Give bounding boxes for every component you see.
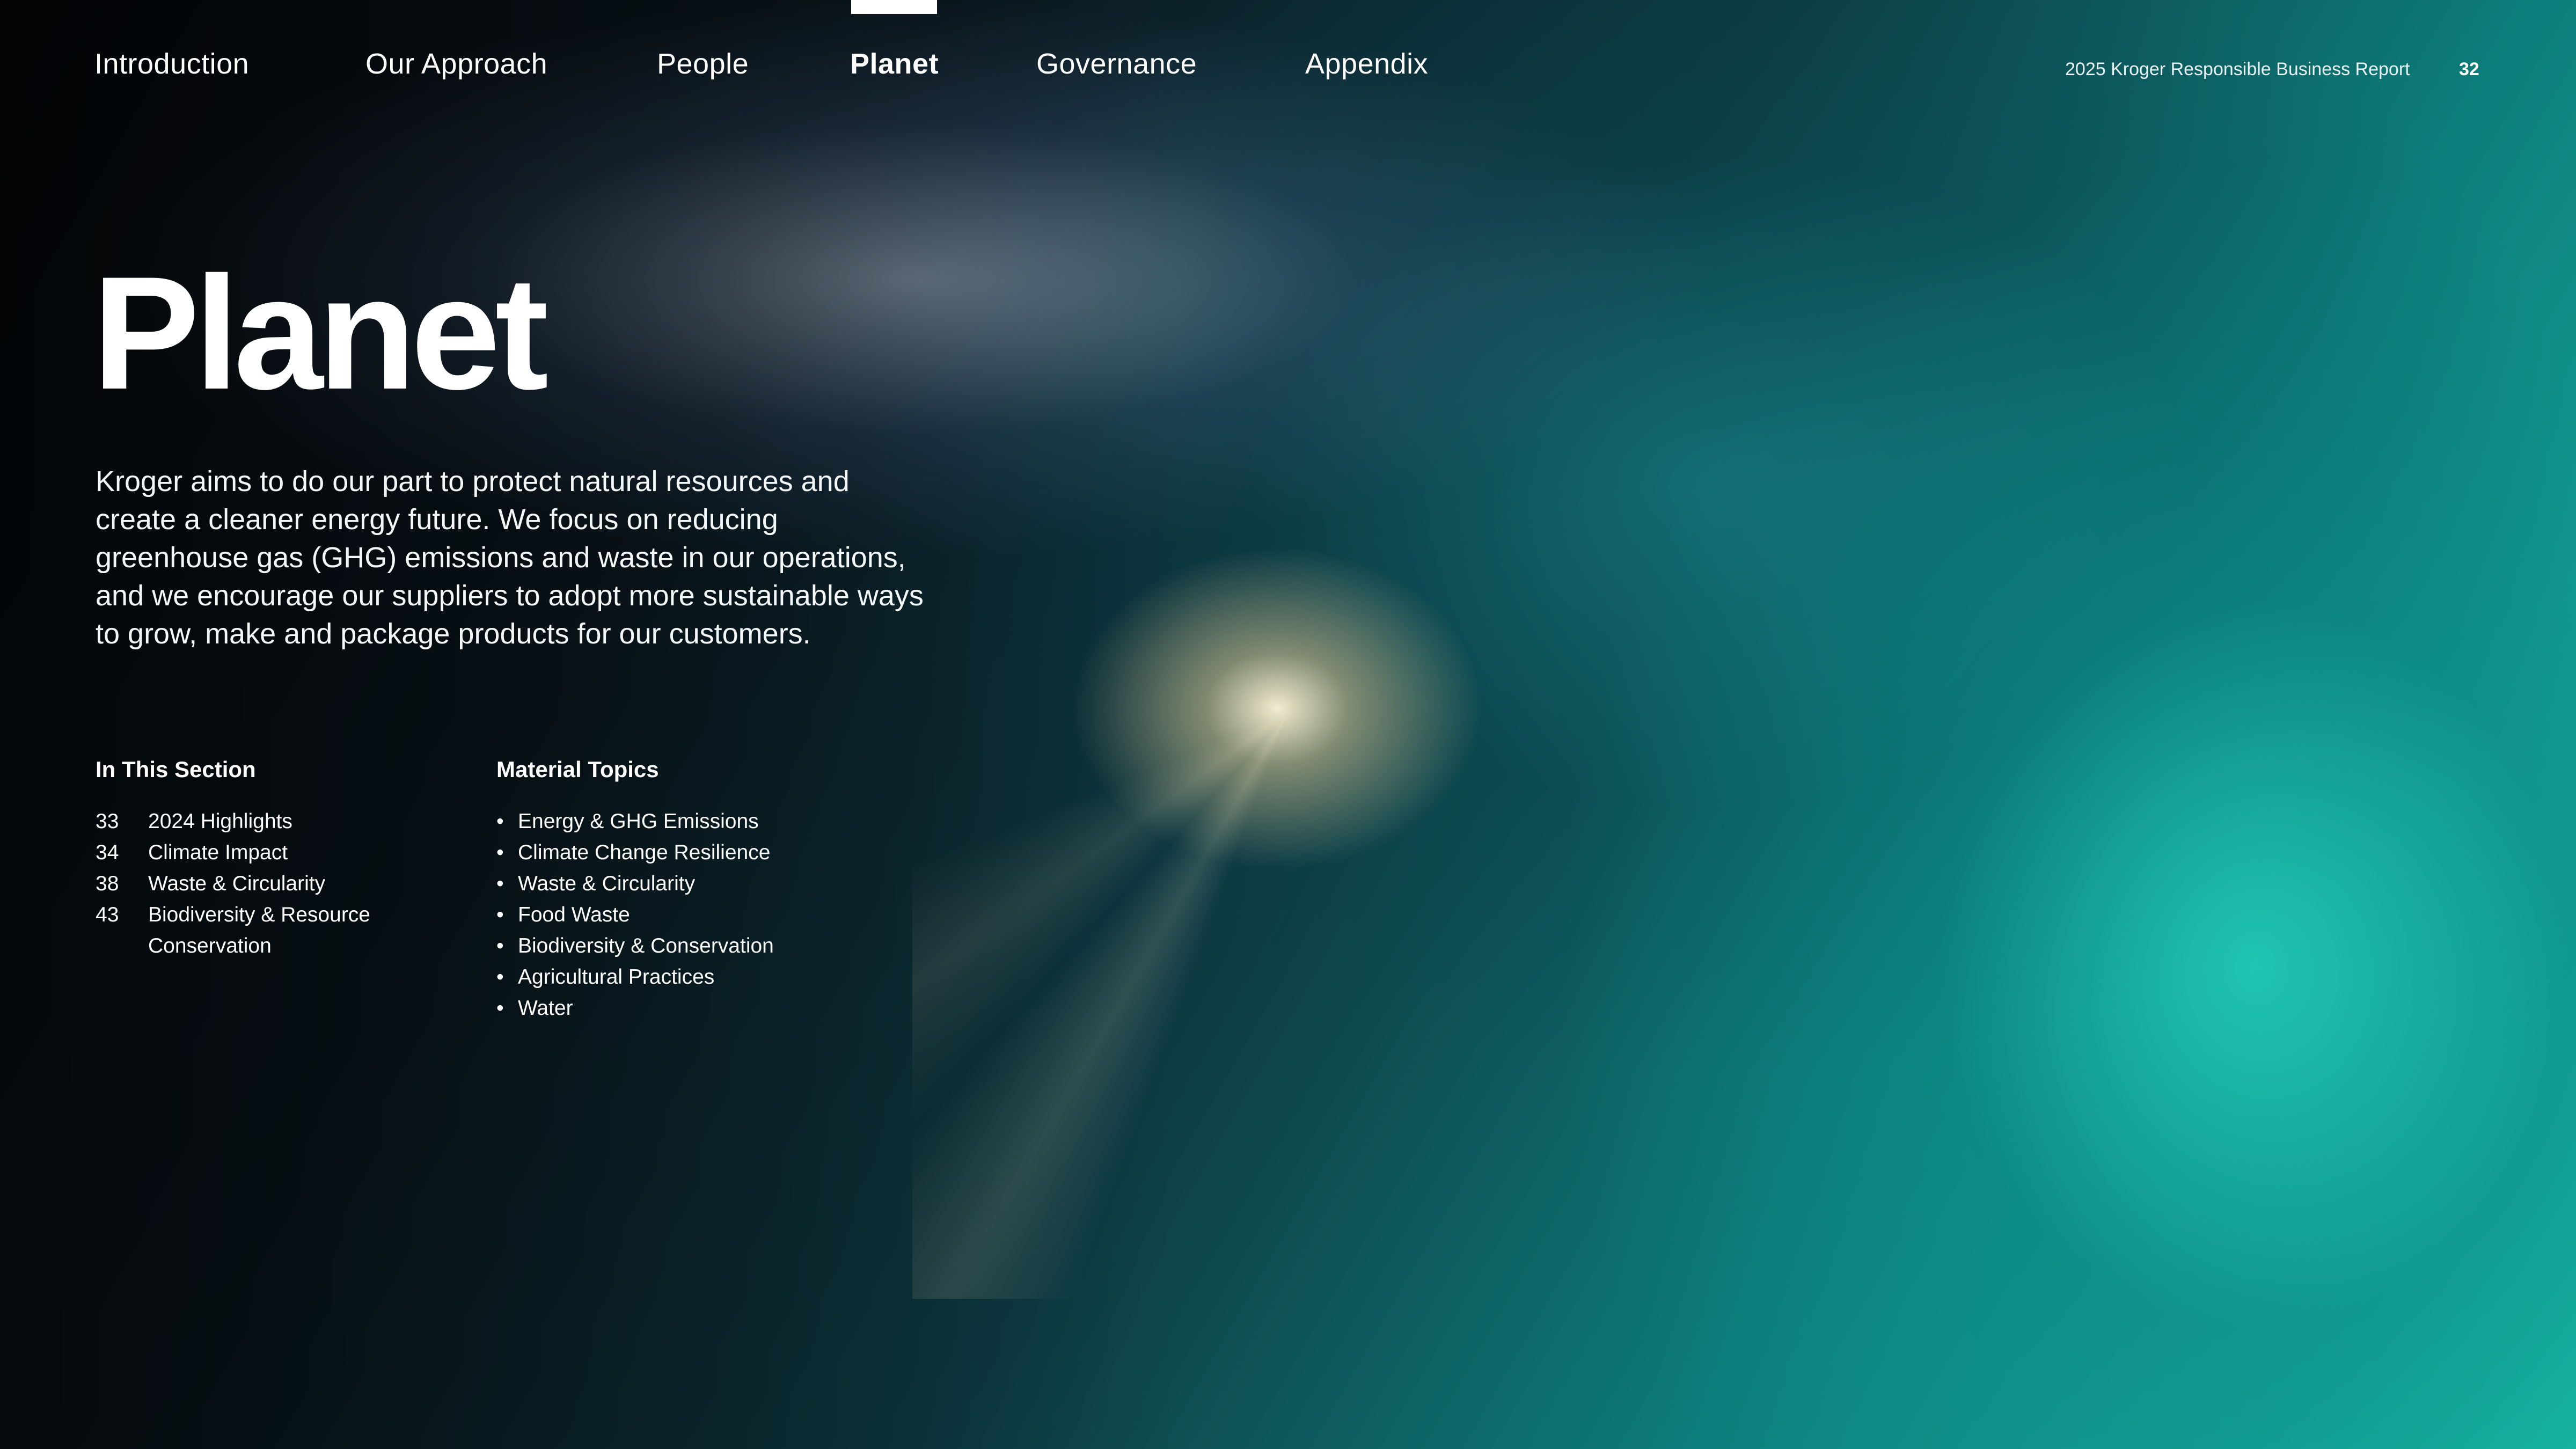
topic-label: Food Waste [518, 903, 630, 926]
list-item: • Climate Change Resilience [496, 837, 979, 868]
list-item: • Waste & Circularity [496, 868, 979, 899]
list-item: • Food Waste [496, 899, 979, 931]
page-title: Planet [92, 243, 548, 423]
nav-item-appendix[interactable]: Appendix [1305, 47, 1428, 80]
bullet-icon: • [496, 810, 504, 833]
toc-label: 2024 Highlights [148, 810, 292, 833]
material-topics-list: • Energy & GHG Emissions • Climate Change … [496, 806, 979, 1024]
toc-label: Waste & Circularity [148, 872, 326, 895]
list-item: • Energy & GHG Emissions [496, 806, 979, 837]
toc-label: Climate Impact [148, 841, 288, 864]
toc-item-waste-circularity[interactable]: 38 Waste & Circularity [96, 868, 428, 899]
active-section-marker [851, 0, 937, 14]
toc-label: Biodiversity & Resource Conservation [148, 903, 370, 957]
nav-item-people[interactable]: People [657, 47, 749, 80]
in-this-section-heading: In This Section [96, 757, 256, 782]
intro-paragraph: Kroger aims to do our part to protect na… [96, 465, 924, 650]
toc-page-number: 43 [96, 903, 119, 926]
topic-label: Water [518, 997, 573, 1020]
topic-label: Climate Change Resilience [518, 841, 771, 864]
nav-item-governance[interactable]: Governance [1036, 47, 1197, 80]
background-shade-overlay [0, 0, 1181, 1449]
nav-item-our-approach[interactable]: Our Approach [365, 47, 547, 80]
section-contents-list: 33 2024 Highlights 34 Climate Impact 38 … [96, 806, 428, 962]
toc-page-number: 38 [96, 872, 119, 895]
report-title: 2025 Kroger Responsible Business Report [2065, 59, 2410, 79]
bullet-icon: • [496, 997, 504, 1020]
topic-label: Agricultural Practices [518, 965, 715, 989]
toc-item-biodiversity[interactable]: 43 Biodiversity & Resource Conservation [96, 899, 428, 962]
nav-item-planet[interactable]: Planet [850, 47, 939, 80]
bullet-icon: • [496, 934, 504, 957]
bullet-icon: • [496, 965, 504, 989]
list-item: • Water [496, 993, 979, 1024]
toc-item-highlights[interactable]: 33 2024 Highlights [96, 806, 428, 837]
bullet-icon: • [496, 903, 504, 926]
bullet-icon: • [496, 872, 504, 895]
list-item: • Agricultural Practices [496, 962, 979, 993]
topic-label: Biodiversity & Conservation [518, 934, 774, 957]
topic-label: Energy & GHG Emissions [518, 810, 759, 833]
toc-page-number: 33 [96, 810, 119, 833]
nav-item-introduction[interactable]: Introduction [94, 47, 249, 80]
toc-page-number: 34 [96, 841, 119, 864]
topic-label: Waste & Circularity [518, 872, 696, 895]
material-topics-heading: Material Topics [496, 757, 659, 782]
bullet-icon: • [496, 841, 504, 864]
toc-item-climate-impact[interactable]: 34 Climate Impact [96, 837, 428, 868]
section-navigation: Introduction Our Approach People Planet … [0, 0, 2576, 107]
page-number: 32 [2459, 59, 2479, 79]
list-item: • Biodiversity & Conservation [496, 931, 979, 962]
